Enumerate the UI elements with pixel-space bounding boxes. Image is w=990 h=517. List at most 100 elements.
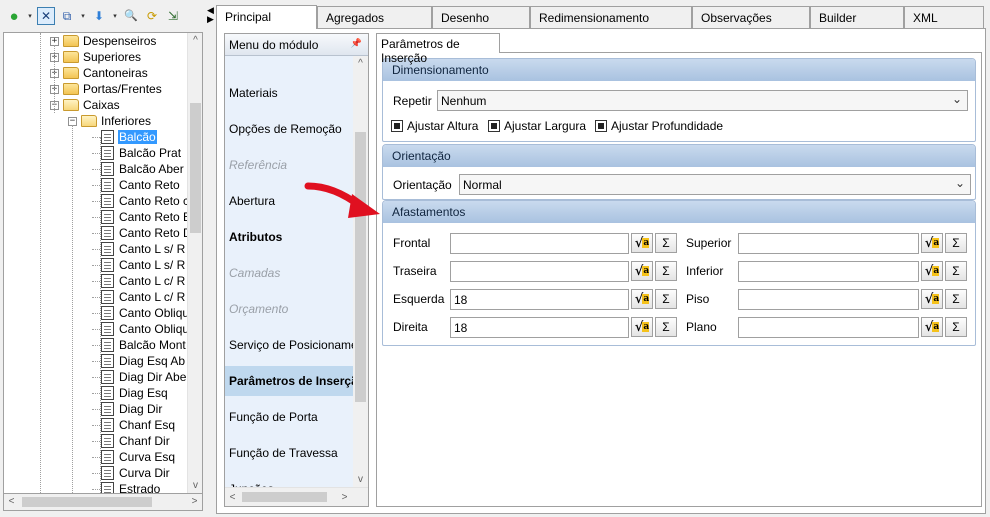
sum-button[interactable]: Σ xyxy=(655,317,677,337)
tab-1[interactable]: Agregados xyxy=(317,6,432,28)
afastamento-input[interactable] xyxy=(738,289,919,310)
tree-node[interactable]: Chanf Esq xyxy=(92,417,176,433)
menu-item[interactable]: Função de Porta xyxy=(225,402,353,432)
expand-right-icon[interactable]: ▶ xyxy=(207,14,214,25)
ajustar-profundidade-checkbox[interactable]: Ajustar Profundidade xyxy=(595,119,723,133)
sum-button[interactable]: Σ xyxy=(945,261,967,281)
tree-scroll-up-icon[interactable]: ^ xyxy=(188,33,202,48)
sum-button[interactable]: Σ xyxy=(945,289,967,309)
refresh-icon[interactable]: ⟳ xyxy=(143,7,161,25)
menu-scroll-down-icon[interactable]: v xyxy=(353,472,368,487)
tree-node[interactable]: + Despenseiros xyxy=(50,33,157,49)
tree-node[interactable]: Canto Obliqu xyxy=(92,321,190,337)
arrow-dropdown-icon[interactable]: ▾ xyxy=(111,7,119,25)
sum-button[interactable]: Σ xyxy=(655,289,677,309)
go-icon[interactable]: ● xyxy=(5,7,23,25)
afastamento-input[interactable] xyxy=(450,233,629,254)
menu-item[interactable]: Referência xyxy=(225,150,353,180)
tab-6[interactable]: XML xyxy=(904,6,984,28)
checkbox-box[interactable] xyxy=(488,120,500,132)
afastamento-input[interactable] xyxy=(738,261,919,282)
checkbox-box[interactable] xyxy=(595,120,607,132)
formula-button[interactable]: √ a xyxy=(631,317,653,337)
close-icon[interactable]: ✕ xyxy=(37,7,55,25)
tree-node[interactable]: Canto L s/ R xyxy=(92,257,186,273)
tree-scroll-down-icon[interactable]: v xyxy=(188,478,202,493)
tree-node[interactable]: Canto Reto E xyxy=(92,209,192,225)
menu-item[interactable]: Opções de Remoção xyxy=(225,114,353,144)
menu-item[interactable]: Função de Travessa xyxy=(225,438,353,468)
tree-node[interactable]: Balcão Aber xyxy=(92,161,185,177)
tab-2[interactable]: Desenho xyxy=(432,6,530,28)
tab-0[interactable]: Principal xyxy=(216,5,317,29)
tree-horizontal-scrollbar[interactable]: < > xyxy=(3,494,203,511)
formula-button[interactable]: √ a xyxy=(921,233,943,253)
menu-horizontal-scrollbar[interactable]: < > xyxy=(225,487,368,506)
menu-item[interactable]: Junções xyxy=(225,474,353,487)
menu-scroll-right-icon[interactable]: > xyxy=(337,490,352,505)
menu-vertical-scrollbar[interactable]: ^ v xyxy=(353,56,368,487)
pin-icon[interactable]: 📌 xyxy=(351,38,362,49)
tree-node[interactable]: Canto L c/ R xyxy=(92,289,186,305)
afastamento-input[interactable]: 18 xyxy=(450,289,629,310)
sum-button[interactable]: Σ xyxy=(655,261,677,281)
afastamento-input[interactable] xyxy=(738,317,919,338)
tree-node[interactable]: − Caixas xyxy=(50,97,121,113)
tree-node[interactable]: + Portas/Frentes xyxy=(50,81,163,97)
tree-vertical-thumb[interactable] xyxy=(190,103,201,233)
menu-item[interactable]: Parâmetros de Inserção xyxy=(225,366,353,396)
tree-scroll-right-icon[interactable]: > xyxy=(187,494,202,509)
tab-5[interactable]: Builder xyxy=(810,6,904,28)
tree-node[interactable]: Curva Esq xyxy=(92,449,176,465)
sum-button[interactable]: Σ xyxy=(655,233,677,253)
afastamento-input[interactable]: 18 xyxy=(450,317,629,338)
menu-item[interactable]: Orçamento xyxy=(225,294,353,324)
go-dropdown-icon[interactable]: ▾ xyxy=(26,7,34,25)
tree-check-icon[interactable]: ⇲ xyxy=(164,7,182,25)
tab-3[interactable]: Redimensionamento xyxy=(530,6,692,28)
module-tree[interactable]: + Despenseiros + Superiores + Cantoneiras + Por… xyxy=(3,32,203,494)
tree-horizontal-thumb[interactable] xyxy=(22,497,152,507)
orientacao-select[interactable]: Normal ⌄ xyxy=(459,174,971,195)
tree-node[interactable]: Canto L c/ R xyxy=(92,273,186,289)
tree-node[interactable]: Diag Esq Ab xyxy=(92,353,186,369)
menu-scroll-left-icon[interactable]: < xyxy=(225,490,240,505)
pane-splitter[interactable]: ◀ ▶ xyxy=(205,0,216,514)
tree-node[interactable]: Canto Reto D xyxy=(92,225,193,241)
sum-button[interactable]: Σ xyxy=(945,233,967,253)
formula-button[interactable]: √ a xyxy=(921,289,943,309)
tree-node[interactable]: Chanf Dir xyxy=(92,433,171,449)
menu-horizontal-thumb[interactable] xyxy=(242,492,327,502)
repetir-select[interactable]: Nenhum ⌄ xyxy=(437,90,968,111)
formula-button[interactable]: √ a xyxy=(921,261,943,281)
tree-scroll-left-icon[interactable]: < xyxy=(4,494,19,509)
formula-button[interactable]: √ a xyxy=(631,289,653,309)
menu-item[interactable]: Materiais xyxy=(225,78,353,108)
tab-parametros-insercao[interactable]: Parâmetros de Inserção xyxy=(376,33,500,65)
menu-vertical-thumb[interactable] xyxy=(355,132,366,402)
sum-button[interactable]: Σ xyxy=(945,317,967,337)
checkbox-box[interactable] xyxy=(391,120,403,132)
arrow-down-icon[interactable]: ⬇ xyxy=(90,7,108,25)
tree-node[interactable]: Balcão Mont xyxy=(92,337,187,353)
afastamento-input[interactable] xyxy=(738,233,919,254)
copy-icon[interactable]: ⧉ xyxy=(58,7,76,25)
ajustar-largura-checkbox[interactable]: Ajustar Largura xyxy=(488,119,586,133)
formula-button[interactable]: √ a xyxy=(631,233,653,253)
tree-node[interactable]: Curva Dir xyxy=(92,465,171,481)
tree-node[interactable]: + Cantoneiras xyxy=(50,65,149,81)
tree-node[interactable]: Diag Dir xyxy=(92,401,163,417)
copy-dropdown-icon[interactable]: ▾ xyxy=(79,7,87,25)
tree-node[interactable]: Estrado xyxy=(92,481,161,493)
formula-button[interactable]: √ a xyxy=(631,261,653,281)
formula-button[interactable]: √ a xyxy=(921,317,943,337)
menu-scroll-up-icon[interactable]: ^ xyxy=(353,56,368,71)
tree-node[interactable]: − Inferiores xyxy=(68,113,152,129)
afastamento-input[interactable] xyxy=(450,261,629,282)
ajustar-altura-checkbox[interactable]: Ajustar Altura xyxy=(391,119,478,133)
tree-node[interactable]: Canto Reto xyxy=(92,177,181,193)
binoculars-icon[interactable]: 🔍 xyxy=(122,7,140,25)
menu-item[interactable]: Serviço de Posicionamen xyxy=(225,330,353,360)
tree-node[interactable]: + Superiores xyxy=(50,49,142,65)
tree-node[interactable]: Canto L s/ R xyxy=(92,241,186,257)
